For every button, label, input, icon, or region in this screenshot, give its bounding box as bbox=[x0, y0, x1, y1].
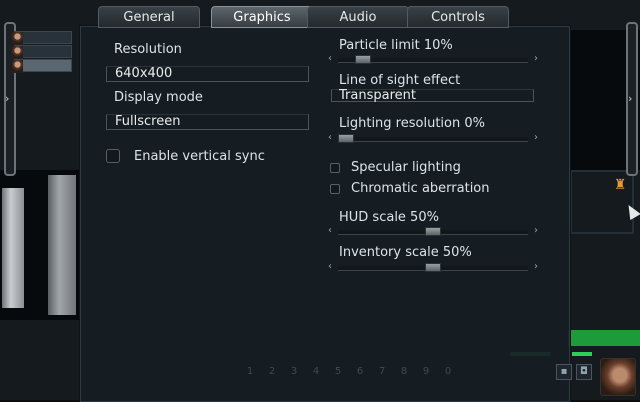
slider-right-arrow-icon[interactable]: › bbox=[534, 132, 538, 143]
line-of-sight-label: Line of sight effect bbox=[339, 73, 461, 88]
slider-knob[interactable] bbox=[425, 227, 441, 236]
chevron-right-icon: › bbox=[628, 92, 633, 105]
line-of-sight-dropdown[interactable]: Transparent bbox=[331, 89, 534, 102]
hotbar-slot[interactable]: 2 bbox=[262, 362, 282, 382]
crew-member[interactable] bbox=[12, 59, 72, 73]
display-mode-label: Display mode bbox=[114, 90, 203, 105]
particle-limit-label: Particle limit 10% bbox=[339, 38, 453, 53]
vsync-label: Enable vertical sync bbox=[134, 149, 265, 164]
hud-scale-label: HUD scale 50% bbox=[339, 210, 439, 225]
display-mode-dropdown[interactable]: Fullscreen bbox=[106, 114, 309, 130]
tab-general[interactable]: General bbox=[98, 6, 200, 28]
hotbar-slot[interactable]: 1 bbox=[240, 362, 260, 382]
crew-member[interactable] bbox=[12, 31, 72, 45]
hotbar-slot[interactable]: 8 bbox=[394, 362, 414, 382]
lighting-resolution-label: Lighting resolution 0% bbox=[339, 116, 485, 131]
slider-left-arrow-icon[interactable]: ‹ bbox=[328, 53, 332, 64]
lit-doorway bbox=[2, 188, 24, 308]
hotbar-slot[interactable]: 6 bbox=[350, 362, 370, 382]
crew-portrait-icon bbox=[12, 46, 23, 59]
health-bar bbox=[568, 330, 640, 346]
hotbar-slot[interactable]: 7 bbox=[372, 362, 392, 382]
tab-graphics[interactable]: Graphics bbox=[211, 6, 313, 28]
camera-button[interactable]: ◘ bbox=[576, 364, 592, 380]
chromatic-aberration-label: Chromatic aberration bbox=[351, 181, 490, 196]
vsync-checkbox[interactable] bbox=[106, 149, 120, 163]
specular-lighting-label: Specular lighting bbox=[351, 160, 461, 175]
player-portrait[interactable] bbox=[600, 358, 636, 396]
slider-track bbox=[338, 137, 528, 142]
particle-limit-slider[interactable]: ‹ › bbox=[328, 53, 538, 66]
slider-left-arrow-icon[interactable]: ‹ bbox=[328, 132, 332, 143]
inventory-button[interactable]: ▪ bbox=[556, 364, 572, 380]
slider-left-arrow-icon[interactable]: ‹ bbox=[328, 225, 332, 236]
slider-right-arrow-icon[interactable]: › bbox=[534, 53, 538, 64]
hotbar-slot[interactable]: 9 bbox=[416, 362, 436, 382]
badge-icon: ♜ bbox=[613, 177, 627, 193]
hotbar-slot[interactable]: 0 bbox=[438, 362, 458, 382]
crew-member[interactable] bbox=[12, 45, 72, 59]
resolution-dropdown[interactable]: 640x400 bbox=[106, 66, 309, 82]
crew-portrait-icon bbox=[12, 60, 23, 73]
chevron-left-icon: › bbox=[5, 92, 10, 105]
chromatic-aberration-checkbox[interactable] bbox=[330, 184, 340, 194]
slider-knob[interactable] bbox=[425, 263, 441, 272]
hud-scale-slider[interactable]: ‹ › bbox=[328, 225, 538, 238]
hotbar-slot[interactable]: 4 bbox=[306, 362, 326, 382]
slider-knob[interactable] bbox=[338, 134, 354, 143]
slider-right-arrow-icon[interactable]: › bbox=[534, 225, 538, 236]
slider-knob[interactable] bbox=[355, 55, 372, 64]
resolution-label: Resolution bbox=[114, 42, 182, 57]
specular-lighting-checkbox[interactable] bbox=[330, 163, 340, 173]
lighting-resolution-slider[interactable]: ‹ › bbox=[328, 132, 538, 145]
hotbar-slot[interactable]: 3 bbox=[284, 362, 304, 382]
inventory-scale-slider[interactable]: ‹ › bbox=[328, 261, 538, 274]
hotbar-slot[interactable]: 5 bbox=[328, 362, 348, 382]
slider-left-arrow-icon[interactable]: ‹ bbox=[328, 261, 332, 272]
inventory-scale-label: Inventory scale 50% bbox=[339, 245, 472, 260]
tab-controls[interactable]: Controls bbox=[407, 6, 509, 28]
slider-right-arrow-icon[interactable]: › bbox=[534, 261, 538, 272]
crew-portrait-icon bbox=[12, 32, 23, 45]
tab-audio[interactable]: Audio bbox=[307, 6, 409, 28]
settings-panel bbox=[80, 26, 570, 402]
